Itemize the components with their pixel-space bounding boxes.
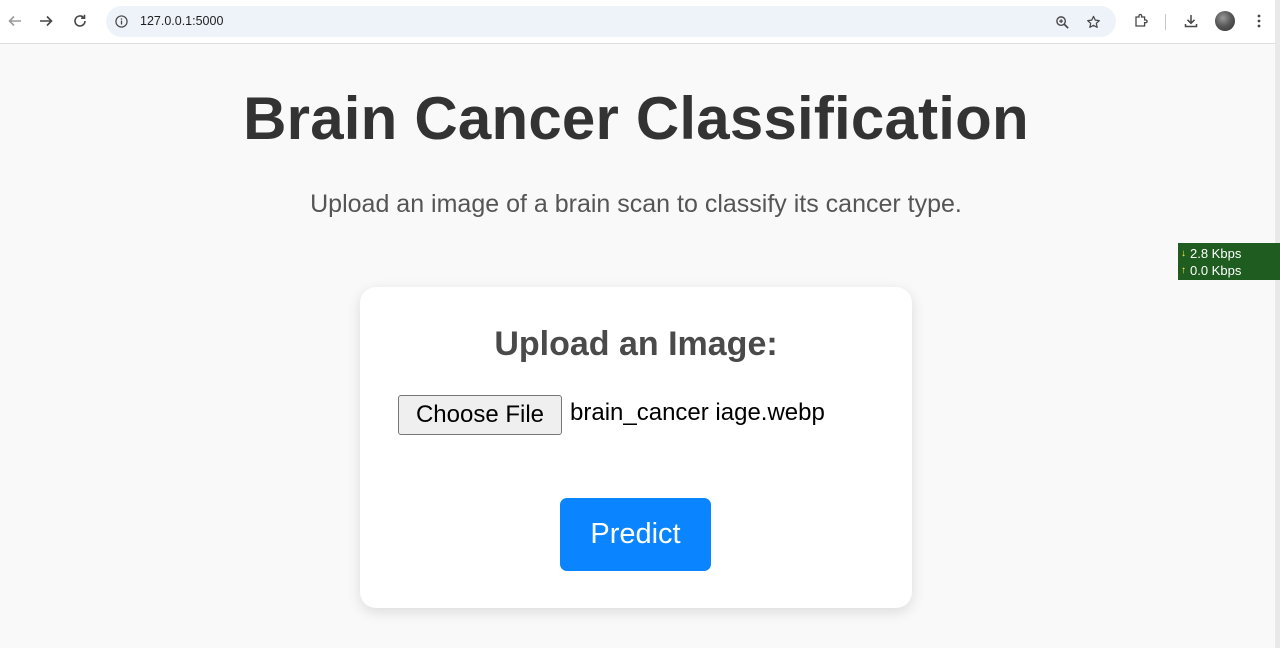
browser-toolbar: 127.0.0.1:5000	[0, 0, 1280, 44]
page-subtitle: Upload an image of a brain scan to class…	[310, 190, 962, 218]
download-arrow-icon: ↓	[1181, 248, 1186, 259]
more-menu-icon[interactable]	[1248, 10, 1270, 32]
site-info-icon[interactable]	[114, 14, 129, 29]
page-title: Brain Cancer Classification	[243, 85, 1029, 152]
extensions-icon[interactable]	[1130, 10, 1152, 32]
network-speed-widget: ↓ 2.8 Kbps ↑ 0.0 Kbps	[1178, 243, 1280, 280]
download-speed-row: ↓ 2.8 Kbps	[1181, 245, 1280, 262]
zoom-icon[interactable]	[1052, 12, 1072, 32]
toolbar-divider	[1165, 14, 1166, 30]
selected-file-name: brain_cancer iage.webp	[570, 399, 825, 426]
upload-speed-row: ↑ 0.0 Kbps	[1181, 262, 1280, 279]
upload-card: Upload an Image: Choose File brain_cance…	[360, 287, 912, 608]
window-edge	[1275, 0, 1280, 648]
back-icon[interactable]	[0, 6, 30, 36]
choose-file-button[interactable]: Choose File	[398, 395, 562, 435]
predict-button[interactable]: Predict	[560, 498, 711, 571]
download-speed: 2.8 Kbps	[1190, 246, 1242, 261]
download-icon[interactable]	[1180, 10, 1202, 32]
address-bar[interactable]: 127.0.0.1:5000	[106, 6, 1116, 37]
reload-icon[interactable]	[65, 6, 95, 36]
profile-avatar[interactable]	[1215, 11, 1235, 31]
bookmark-star-icon[interactable]	[1083, 12, 1103, 32]
upload-heading: Upload an Image:	[494, 325, 778, 363]
upload-speed: 0.0 Kbps	[1190, 263, 1242, 278]
forward-icon[interactable]	[31, 6, 61, 36]
url-text[interactable]: 127.0.0.1:5000	[140, 14, 223, 28]
upload-arrow-icon: ↑	[1181, 265, 1186, 276]
